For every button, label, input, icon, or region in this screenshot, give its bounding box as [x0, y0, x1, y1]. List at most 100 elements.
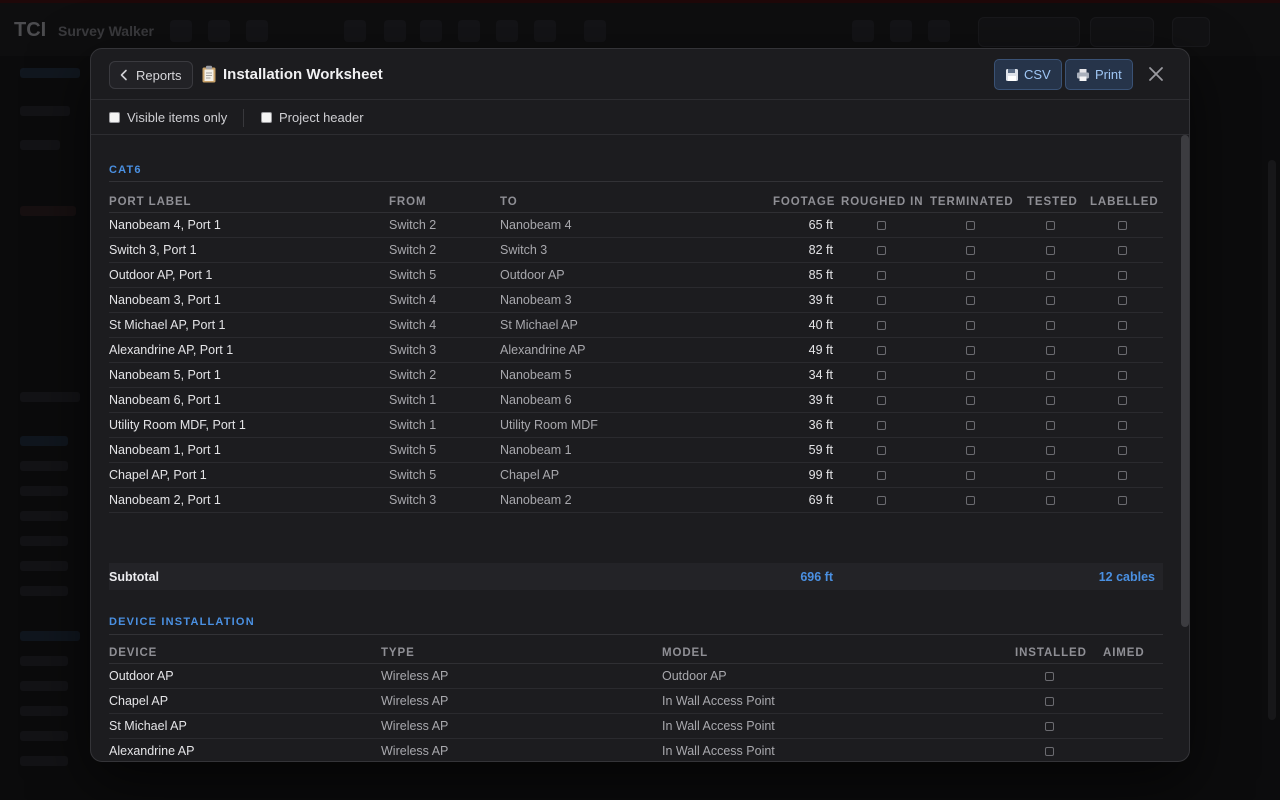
labelled-checkbox[interactable]	[1118, 246, 1127, 255]
to-cell: Nanobeam 5	[500, 368, 572, 382]
table-row: Nanobeam 5, Port 1 Switch 2 Nanobeam 5 34 f…	[109, 363, 1163, 388]
footage-cell: 65 ft	[808, 218, 833, 232]
labelled-checkbox[interactable]	[1118, 371, 1127, 380]
visible-items-only-label: Visible items only	[127, 110, 228, 125]
roughed-in-checkbox[interactable]	[877, 396, 886, 405]
labelled-checkbox[interactable]	[1118, 446, 1127, 455]
port-label-cell: Switch 3, Port 1	[109, 243, 197, 257]
tested-checkbox[interactable]	[1046, 221, 1055, 230]
labelled-checkbox[interactable]	[1118, 471, 1127, 480]
terminated-checkbox[interactable]	[966, 496, 975, 505]
terminated-checkbox[interactable]	[966, 371, 975, 380]
table-row: Nanobeam 2, Port 1 Switch 3 Nanobeam 2 69 f…	[109, 488, 1163, 513]
roughed-in-checkbox[interactable]	[877, 371, 886, 380]
cat6-section-title: CAT6	[109, 164, 142, 176]
table-row: Nanobeam 3, Port 1 Switch 4 Nanobeam 3 39 f…	[109, 288, 1163, 313]
model-cell: In Wall Access Point	[662, 744, 775, 758]
csv-export-button[interactable]: CSV	[994, 59, 1062, 90]
terminated-checkbox[interactable]	[966, 421, 975, 430]
table-row: Outdoor AP, Port 1 Switch 5 Outdoor AP 85 f…	[109, 263, 1163, 288]
roughed-in-checkbox[interactable]	[877, 221, 886, 230]
terminated-checkbox[interactable]	[966, 221, 975, 230]
tested-checkbox[interactable]	[1046, 346, 1055, 355]
type-cell: Wireless AP	[381, 694, 449, 708]
project-header-label: Project header	[279, 110, 364, 125]
roughed-in-checkbox[interactable]	[877, 471, 886, 480]
from-cell: Switch 2	[389, 368, 437, 382]
terminated-checkbox[interactable]	[966, 346, 975, 355]
to-cell: Nanobeam 3	[500, 293, 572, 307]
section-divider	[109, 634, 1163, 635]
roughed-in-checkbox[interactable]	[877, 346, 886, 355]
installed-checkbox[interactable]	[1045, 697, 1054, 706]
print-button[interactable]: Print	[1065, 59, 1133, 90]
tested-checkbox[interactable]	[1046, 296, 1055, 305]
tested-checkbox[interactable]	[1046, 471, 1055, 480]
cat6-subtotal-row: Subtotal 696 ft 12 cables	[109, 563, 1163, 590]
footage-cell: 40 ft	[808, 318, 833, 332]
column-header: DEVICE	[109, 647, 158, 659]
tested-checkbox[interactable]	[1046, 321, 1055, 330]
content-scrollbar[interactable]	[1181, 135, 1189, 627]
footage-cell: 39 ft	[808, 393, 833, 407]
tested-checkbox[interactable]	[1046, 371, 1055, 380]
column-header: TYPE	[381, 647, 415, 659]
to-cell: Nanobeam 1	[500, 443, 572, 457]
roughed-in-checkbox[interactable]	[877, 271, 886, 280]
roughed-in-checkbox[interactable]	[877, 246, 886, 255]
table-row: St Michael AP Wireless AP In Wall Access P…	[109, 714, 1163, 739]
tested-checkbox[interactable]	[1046, 271, 1055, 280]
visible-items-only-checkbox[interactable]	[109, 112, 120, 123]
project-header-toggle[interactable]: Project header	[261, 110, 364, 125]
to-cell: Utility Room MDF	[500, 418, 598, 432]
type-cell: Wireless AP	[381, 669, 449, 683]
roughed-in-checkbox[interactable]	[877, 446, 886, 455]
tested-checkbox[interactable]	[1046, 396, 1055, 405]
roughed-in-checkbox[interactable]	[877, 296, 886, 305]
tested-checkbox[interactable]	[1046, 246, 1055, 255]
from-cell: Switch 4	[389, 318, 437, 332]
device-installation-section-title: DEVICE INSTALLATION	[109, 616, 255, 628]
labelled-checkbox[interactable]	[1118, 296, 1127, 305]
column-header: LABELLED	[1090, 196, 1159, 208]
device-table-header: DEVICE TYPE MODEL INSTALLED AIMED	[109, 644, 1163, 664]
terminated-checkbox[interactable]	[966, 396, 975, 405]
labelled-checkbox[interactable]	[1118, 421, 1127, 430]
to-cell: Nanobeam 6	[500, 393, 572, 407]
terminated-checkbox[interactable]	[966, 271, 975, 280]
tested-checkbox[interactable]	[1046, 421, 1055, 430]
subtotal-cable-count: 12 cables	[1098, 570, 1155, 584]
device-cell: St Michael AP	[109, 719, 187, 733]
terminated-checkbox[interactable]	[966, 321, 975, 330]
subtotal-label: Subtotal	[109, 570, 159, 584]
model-cell: In Wall Access Point	[662, 719, 775, 733]
from-cell: Switch 5	[389, 468, 437, 482]
labelled-checkbox[interactable]	[1118, 221, 1127, 230]
labelled-checkbox[interactable]	[1118, 271, 1127, 280]
labelled-checkbox[interactable]	[1118, 346, 1127, 355]
close-icon[interactable]	[1147, 65, 1165, 83]
installed-checkbox[interactable]	[1045, 747, 1054, 756]
terminated-checkbox[interactable]	[966, 296, 975, 305]
back-to-reports-button[interactable]: Reports	[109, 61, 193, 89]
table-row: Alexandrine AP, Port 1 Switch 3 Alexandrin…	[109, 338, 1163, 363]
terminated-checkbox[interactable]	[966, 246, 975, 255]
labelled-checkbox[interactable]	[1118, 321, 1127, 330]
labelled-checkbox[interactable]	[1118, 396, 1127, 405]
tested-checkbox[interactable]	[1046, 496, 1055, 505]
table-row: St Michael AP, Port 1 Switch 4 St Michael …	[109, 313, 1163, 338]
project-header-checkbox[interactable]	[261, 112, 272, 123]
installed-checkbox[interactable]	[1045, 672, 1054, 681]
model-cell: Outdoor AP	[662, 669, 727, 683]
roughed-in-checkbox[interactable]	[877, 421, 886, 430]
tested-checkbox[interactable]	[1046, 446, 1055, 455]
port-label-cell: Nanobeam 4, Port 1	[109, 218, 221, 232]
roughed-in-checkbox[interactable]	[877, 321, 886, 330]
labelled-checkbox[interactable]	[1118, 496, 1127, 505]
roughed-in-checkbox[interactable]	[877, 496, 886, 505]
terminated-checkbox[interactable]	[966, 446, 975, 455]
terminated-checkbox[interactable]	[966, 471, 975, 480]
from-cell: Switch 4	[389, 293, 437, 307]
visible-items-only-toggle[interactable]: Visible items only	[109, 110, 227, 125]
installed-checkbox[interactable]	[1045, 722, 1054, 731]
